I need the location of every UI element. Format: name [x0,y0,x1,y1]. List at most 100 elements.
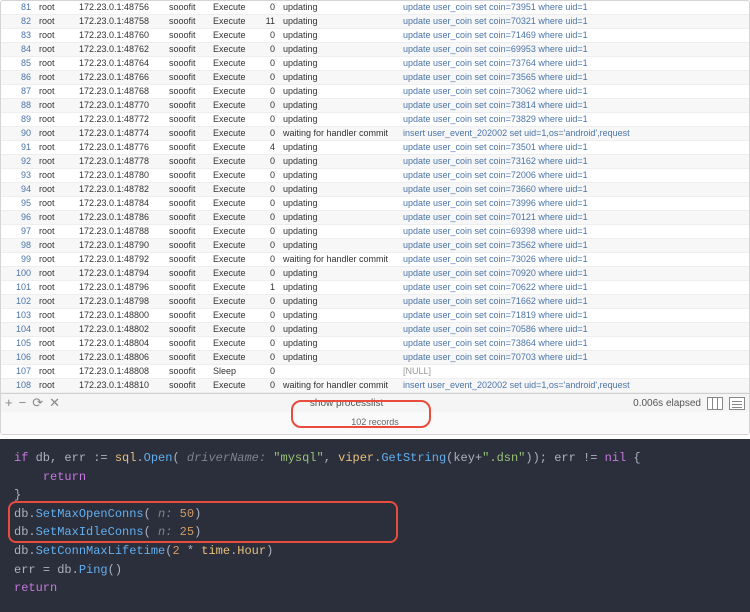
table-cell: root [35,295,75,309]
table-cell: root [35,141,75,155]
add-button[interactable]: + [5,396,13,410]
table-cell: updating [279,15,399,29]
table-cell: update user_coin set coin=69398 where ui… [399,225,749,239]
table-cell: update user_coin set coin=73562 where ui… [399,239,749,253]
table-row[interactable]: 91root172.23.0.1:48776sooofitExecute4upd… [1,141,749,155]
table-row[interactable]: 105root172.23.0.1:48804sooofitExecute0up… [1,337,749,351]
table-cell: insert user_event_202002 set uid=1,os='a… [399,379,749,393]
table-cell: root [35,155,75,169]
table-cell: update user_coin set coin=73162 where ui… [399,155,749,169]
table-cell: 89 [1,113,35,127]
table-cell: 4 [259,141,279,155]
remove-button[interactable]: − [19,396,27,410]
table-row[interactable]: 100root172.23.0.1:48794sooofitExecute0up… [1,267,749,281]
table-cell: update user_coin set coin=73996 where ui… [399,197,749,211]
table-cell: 0 [259,127,279,141]
table-cell: 86 [1,71,35,85]
table-cell: updating [279,141,399,155]
table-row[interactable]: 102root172.23.0.1:48798sooofitExecute0up… [1,295,749,309]
table-cell: sooofit [165,351,209,365]
table-cell: update user_coin set coin=73501 where ui… [399,141,749,155]
table-cell: Execute [209,127,259,141]
table-cell: root [35,43,75,57]
table-row[interactable]: 106root172.23.0.1:48806sooofitExecute0up… [1,351,749,365]
table-cell: 107 [1,365,35,379]
table-cell: updating [279,295,399,309]
table-cell: 172.23.0.1:48762 [75,43,165,57]
table-cell: updating [279,57,399,71]
table-cell: 172.23.0.1:48790 [75,239,165,253]
table-row[interactable]: 103root172.23.0.1:48800sooofitExecute0up… [1,309,749,323]
table-cell: 1 [259,281,279,295]
table-cell: 0 [259,239,279,253]
table-cell: 0 [259,253,279,267]
table-cell: update user_coin set coin=73814 where ui… [399,99,749,113]
table-cell: Execute [209,99,259,113]
table-cell: root [35,183,75,197]
table-cell: root [35,197,75,211]
table-cell: Execute [209,113,259,127]
table-cell: 84 [1,43,35,57]
table-cell: sooofit [165,169,209,183]
table-row[interactable]: 95root172.23.0.1:48784sooofitExecute0upd… [1,197,749,211]
process-table: 81root172.23.0.1:48756sooofitExecute0upd… [1,1,749,393]
table-cell: updating [279,113,399,127]
table-cell: root [35,337,75,351]
table-row[interactable]: 82root172.23.0.1:48758sooofitExecute11up… [1,15,749,29]
table-row[interactable]: 104root172.23.0.1:48802sooofitExecute0up… [1,323,749,337]
list-view-icon[interactable] [729,397,745,410]
table-row[interactable]: 108root172.23.0.1:48810sooofitExecute0wa… [1,379,749,393]
table-cell: updating [279,1,399,15]
table-row[interactable]: 83root172.23.0.1:48760sooofitExecute0upd… [1,29,749,43]
table-row[interactable]: 90root172.23.0.1:48774sooofitExecute0wai… [1,127,749,141]
refresh-button[interactable]: ⟳ [32,396,43,410]
table-cell: 172.23.0.1:48758 [75,15,165,29]
table-cell: 108 [1,379,35,393]
table-row[interactable]: 89root172.23.0.1:48772sooofitExecute0upd… [1,113,749,127]
table-row[interactable]: 88root172.23.0.1:48770sooofitExecute0upd… [1,99,749,113]
table-cell: 0 [259,197,279,211]
table-cell: root [35,281,75,295]
table-cell: Execute [209,1,259,15]
table-cell: sooofit [165,113,209,127]
table-row[interactable]: 99root172.23.0.1:48792sooofitExecute0wai… [1,253,749,267]
table-cell: 0 [259,71,279,85]
table-row[interactable]: 97root172.23.0.1:48788sooofitExecute0upd… [1,225,749,239]
table-row[interactable]: 87root172.23.0.1:48768sooofitExecute0upd… [1,85,749,99]
table-cell: sooofit [165,211,209,225]
table-row[interactable]: 98root172.23.0.1:48790sooofitExecute0upd… [1,239,749,253]
table-cell: 82 [1,15,35,29]
table-cell: Execute [209,309,259,323]
table-cell: 172.23.0.1:48810 [75,379,165,393]
table-cell: 88 [1,99,35,113]
table-cell: sooofit [165,337,209,351]
code-line-7: err = db.Ping() [14,561,736,580]
table-cell: sooofit [165,43,209,57]
table-cell: 0 [259,365,279,379]
table-row[interactable]: 84root172.23.0.1:48762sooofitExecute0upd… [1,43,749,57]
table-cell: 172.23.0.1:48788 [75,225,165,239]
table-cell: root [35,113,75,127]
table-cell: root [35,99,75,113]
table-row[interactable]: 86root172.23.0.1:48766sooofitExecute0upd… [1,71,749,85]
code-line-1: if db, err := sql.Open( driverName: "mys… [14,449,736,468]
table-row[interactable]: 96root172.23.0.1:48786sooofitExecute0upd… [1,211,749,225]
table-cell: sooofit [165,281,209,295]
table-row[interactable]: 85root172.23.0.1:48764sooofitExecute0upd… [1,57,749,71]
code-line-3: } [14,486,736,505]
table-row[interactable]: 94root172.23.0.1:48782sooofitExecute0upd… [1,183,749,197]
table-row[interactable]: 101root172.23.0.1:48796sooofitExecute1up… [1,281,749,295]
table-cell: update user_coin set coin=73829 where ui… [399,113,749,127]
table-row[interactable]: 107root172.23.0.1:48808sooofitSleep0[NUL… [1,365,749,379]
table-cell: sooofit [165,99,209,113]
table-cell: sooofit [165,183,209,197]
table-row[interactable]: 92root172.23.0.1:48778sooofitExecute0upd… [1,155,749,169]
table-row[interactable]: 93root172.23.0.1:48780sooofitExecute0upd… [1,169,749,183]
grid-view-icon[interactable] [707,397,723,410]
table-cell: updating [279,197,399,211]
close-button[interactable]: ✕ [49,396,60,410]
table-cell: 99 [1,253,35,267]
table-cell: 93 [1,169,35,183]
table-cell: 0 [259,155,279,169]
table-row[interactable]: 81root172.23.0.1:48756sooofitExecute0upd… [1,1,749,15]
